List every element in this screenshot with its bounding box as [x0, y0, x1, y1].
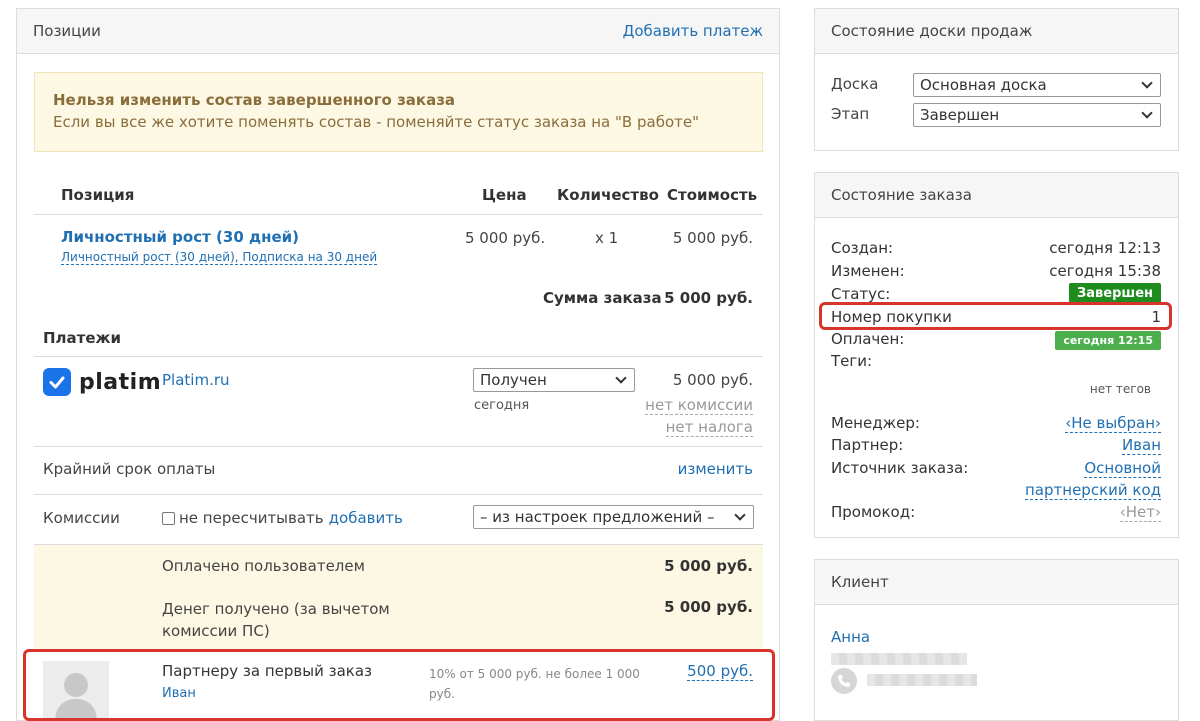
order-state-panel: Состояние заказа Создан: сегодня 12:13 И…	[814, 172, 1179, 538]
promo-label: Промокод:	[831, 503, 916, 521]
paid-by-user-value: 5 000 руб.	[664, 557, 753, 575]
chevron-down-icon	[734, 509, 746, 521]
payment-status-value: Получен	[480, 371, 547, 389]
order-state-title: Состояние заказа	[831, 186, 972, 204]
paid-badge: сегодня 12:15	[1055, 331, 1161, 350]
sum-label: Сумма заказа	[543, 289, 662, 307]
paid-by-user-label: Оплачено пользователем	[162, 557, 365, 575]
source-link-2[interactable]: партнерский код	[995, 481, 1161, 500]
no-recalc-checkbox[interactable]	[162, 511, 175, 525]
alert-text: Если вы все же хотите поменять состав - …	[53, 113, 699, 131]
payment-status-select[interactable]: Получен	[473, 368, 635, 392]
no-recalc-label[interactable]: не пересчитывать	[179, 509, 324, 527]
no-recalc-checkbox-group: не пересчитывать добавить	[162, 509, 403, 527]
sum-value: 5 000 руб.	[664, 289, 753, 307]
source-label: Источник заказа:	[831, 459, 969, 477]
payments-title: Платежи	[43, 329, 121, 347]
manager-link[interactable]: ‹Не выбран›	[995, 414, 1161, 433]
divider	[34, 356, 763, 357]
partner-highlight-outline	[23, 649, 775, 721]
client-panel: Клиент Анна	[814, 559, 1179, 721]
chevron-down-icon	[1141, 77, 1153, 89]
col-position-header: Позиция	[61, 186, 135, 204]
board-label: Доска	[831, 75, 879, 93]
item-cost: 5 000 руб.	[672, 229, 753, 247]
no-commission-link[interactable]: нет комиссии	[617, 396, 753, 415]
positions-header: Позиции Добавить платеж	[17, 9, 779, 54]
divider	[34, 544, 763, 545]
money-received-value: 5 000 руб.	[664, 598, 753, 616]
item-subtitle-link[interactable]: Личностный рост (30 дней), Подписка на 3…	[61, 250, 378, 265]
money-received-label: Денег получено (за вычетом комиссии ПС)	[162, 600, 390, 640]
commission-select[interactable]: – из настроек предложений –	[473, 505, 754, 529]
positions-title: Позиции	[33, 22, 101, 40]
source-link-1[interactable]: Основной	[995, 459, 1161, 478]
status-badge: Завершен	[1069, 283, 1161, 304]
client-header: Клиент	[815, 560, 1178, 605]
item-qty: x 1	[595, 229, 619, 247]
col-cost-header: Стоимость	[667, 186, 758, 204]
client-email-redacted	[831, 653, 967, 665]
platim-logo-text: platim	[79, 369, 162, 395]
payment-date: сегодня	[474, 398, 530, 413]
client-title: Клиент	[831, 573, 889, 591]
created-label: Создан:	[831, 239, 894, 257]
stage-select[interactable]: Завершен	[913, 103, 1161, 127]
promo-link[interactable]: ‹Нет›	[995, 503, 1161, 522]
tags-value: нет тегов	[1089, 382, 1151, 396]
board-title: Состояние доски продаж	[831, 22, 1033, 40]
chevron-down-icon	[615, 372, 627, 384]
partner-link-sidebar[interactable]: Иван	[995, 436, 1161, 455]
change-deadline-link[interactable]: изменить	[637, 460, 753, 478]
deadline-label: Крайний срок оплаты	[43, 460, 216, 478]
phone-icon	[831, 668, 857, 694]
board-panel: Состояние доски продаж Доска Основная до…	[814, 8, 1179, 151]
divider	[34, 494, 763, 495]
board-header: Состояние доски продаж	[815, 9, 1178, 54]
purchase-highlight-outline	[819, 302, 1172, 330]
item-subtitle-text[interactable]: Личностный рост (30 дней), Подписка на 3…	[61, 250, 378, 265]
payment-amount: 5 000 руб.	[672, 371, 753, 389]
provider-link[interactable]: Platim.ru	[162, 371, 230, 389]
col-price-header: Цена	[482, 186, 527, 204]
commissions-label: Комиссии	[43, 509, 120, 527]
add-payment-link[interactable]: Добавить платеж	[623, 22, 763, 40]
platim-logo: platim	[43, 368, 161, 396]
paid-badge-wrap: сегодня 12:15	[995, 330, 1161, 350]
alert-title: Нельзя изменить состав завершенного зака…	[53, 91, 456, 109]
created-value: сегодня 12:13	[1049, 239, 1161, 257]
chevron-down-icon	[1141, 107, 1153, 119]
stage-label: Этап	[831, 105, 870, 123]
paid-label: Оплачен:	[831, 330, 905, 348]
order-state-header: Состояние заказа	[815, 173, 1178, 218]
item-title-link[interactable]: Личностный рост (30 дней)	[61, 228, 299, 246]
board-select[interactable]: Основная доска	[913, 73, 1161, 97]
changed-value: сегодня 15:38	[1049, 262, 1161, 280]
divider	[34, 446, 763, 447]
client-name-link[interactable]: Анна	[831, 628, 870, 646]
stage-select-value: Завершен	[920, 106, 1000, 124]
col-qty-header: Количество	[557, 186, 659, 204]
manager-label: Менеджер:	[831, 414, 920, 432]
positions-panel: Позиции Добавить платеж Нельзя изменить …	[16, 8, 780, 721]
add-commission-link[interactable]: добавить	[329, 509, 403, 527]
item-price: 5 000 руб.	[465, 229, 546, 247]
no-tax-link[interactable]: нет налога	[617, 418, 753, 437]
tags-label: Теги:	[831, 352, 873, 370]
client-phone-redacted	[867, 674, 977, 686]
partner-label-sidebar: Партнер:	[831, 436, 904, 454]
warning-alert: Нельзя изменить состав завершенного зака…	[34, 72, 763, 152]
divider	[34, 214, 763, 215]
board-select-value: Основная доска	[920, 76, 1047, 94]
check-icon	[43, 368, 71, 396]
status-label: Статус:	[831, 285, 891, 303]
status-badge-wrap: Завершен	[995, 283, 1161, 304]
changed-label: Изменен:	[831, 262, 905, 280]
commission-select-value: – из настроек предложений –	[480, 508, 715, 526]
